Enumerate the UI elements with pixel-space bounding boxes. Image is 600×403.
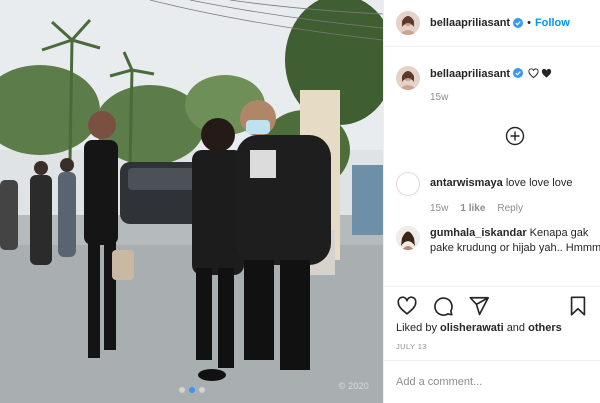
commenter-avatar[interactable]: [396, 226, 420, 250]
comment-composer: [384, 360, 600, 403]
add-comment-input[interactable]: [396, 376, 586, 388]
comment-text: love love love: [505, 177, 573, 189]
liked-by-others-link[interactable]: others: [528, 322, 562, 334]
post-actions: Liked by olisherawati and others JULY 13: [384, 286, 600, 370]
bookmark-icon[interactable]: [567, 295, 589, 317]
load-more-comments-icon[interactable]: [505, 126, 525, 146]
verified-badge-icon: [513, 68, 524, 78]
comment-like-count[interactable]: 1 like: [460, 201, 485, 216]
comment-item: gumhala_iskandar Kenapa gak pake krudung…: [396, 226, 600, 256]
photo-watermark: © 2020: [338, 381, 369, 391]
comment-timestamp: 15w: [430, 203, 449, 214]
post-photo[interactable]: © 2020: [0, 0, 383, 403]
photo-scene: [0, 0, 383, 403]
header-separator: •: [527, 17, 531, 29]
comment-reply-button[interactable]: Reply: [497, 201, 523, 216]
carousel-dot[interactable]: [198, 387, 205, 393]
liked-by-joiner: and: [506, 322, 526, 334]
share-button[interactable]: [468, 295, 490, 317]
heart-icon: [397, 296, 417, 315]
post-header: bellaapriliasant • Follow: [384, 0, 600, 47]
caption-avatar[interactable]: [396, 66, 420, 90]
author-username[interactable]: bellaapriliasant: [430, 17, 510, 29]
liked-by-summary: Liked by olisherawati and others: [396, 322, 562, 334]
caption-timestamp: 15w: [430, 92, 449, 103]
author-avatar[interactable]: [396, 11, 420, 35]
post-caption: bellaapriliasant 15w: [396, 66, 552, 103]
comment-item: antarwismaya love love love 15w 1 like R…: [396, 172, 572, 216]
comment-button[interactable]: [432, 295, 454, 317]
carousel-dot-active[interactable]: [188, 387, 195, 393]
post-date: JULY 13: [396, 342, 427, 351]
comment-bubble-icon: [434, 297, 453, 316]
carousel-indicator[interactable]: [0, 387, 383, 393]
carousel-dot[interactable]: [178, 387, 185, 393]
verified-badge-icon: [513, 18, 524, 28]
commenter-avatar[interactable]: [396, 172, 420, 196]
caption-username[interactable]: bellaapriliasant: [430, 68, 510, 80]
comment-username[interactable]: gumhala_iskandar: [430, 227, 527, 239]
follow-button[interactable]: Follow: [535, 17, 570, 29]
liked-by-prefix: Liked by: [396, 322, 437, 334]
heart-filled-icon: [542, 68, 552, 78]
heart-outline-icon: [528, 68, 539, 79]
post-side-panel: bellaapriliasant • Follow bellaapriliasa…: [383, 0, 600, 403]
liked-by-user[interactable]: olisherawati: [440, 322, 504, 334]
like-button[interactable]: [396, 295, 418, 317]
paper-plane-icon: [469, 296, 489, 316]
comment-username[interactable]: antarwismaya: [430, 177, 503, 189]
